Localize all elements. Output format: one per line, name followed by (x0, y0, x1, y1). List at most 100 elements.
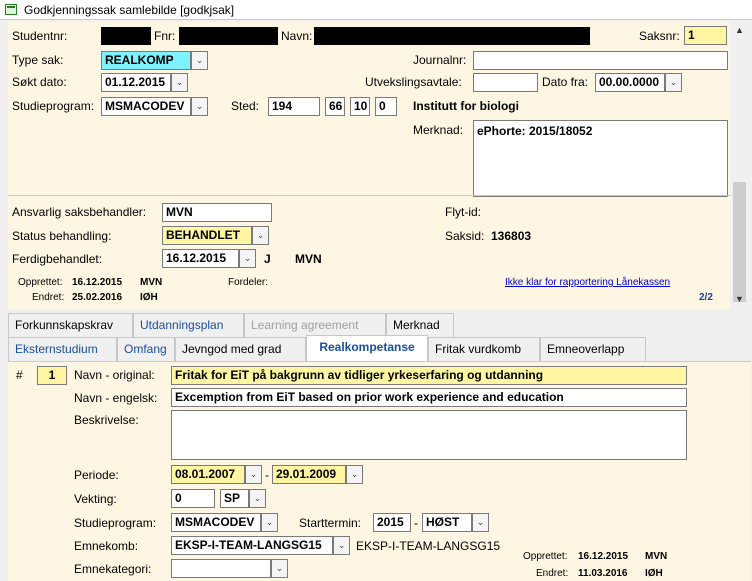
emnekategori-field[interactable] (171, 559, 271, 578)
dato-fra-field[interactable]: 00.00.0000 (595, 73, 665, 92)
realkompetanse-panel: # 1 Navn - original: Fritak for EiT på b… (8, 361, 751, 581)
scroll-thumb[interactable] (733, 182, 746, 302)
type-sak-field[interactable]: REALKOMP (101, 51, 191, 70)
saksnr-field[interactable]: 1 (684, 26, 727, 45)
vekting-field[interactable]: 0 (171, 489, 215, 508)
sokt-dato-field[interactable]: 01.12.2015 (101, 73, 171, 92)
detail-endret-date: 11.03.2016 (578, 568, 628, 579)
sted-field-2[interactable]: 66 (325, 97, 345, 116)
sokt-dato-dropdown-icon[interactable]: ⌄ (171, 73, 188, 92)
navn-field[interactable] (314, 27, 590, 45)
tab-utdanningsplan[interactable]: Utdanningsplan (133, 313, 244, 337)
hash-label: # (16, 368, 23, 382)
divider (8, 195, 730, 196)
ferdig-flag: J (264, 252, 271, 266)
ferdig-label: Ferdigbehandlet: (12, 252, 103, 266)
title-bar: Godkjenningssak samlebilde [godkjsak] (0, 0, 752, 20)
tab-fritak-vurdkomb[interactable]: Fritak vurdkomb (428, 337, 540, 361)
beskrivelse-textarea[interactable] (171, 410, 687, 460)
starttermin-dash: - (414, 516, 418, 530)
opprettet-label: Opprettet: (18, 277, 63, 288)
periode-label: Periode: (74, 468, 119, 482)
tab-omfang[interactable]: Omfang (117, 337, 175, 361)
studentnr-field[interactable] (101, 27, 151, 45)
navn-label: Navn: (281, 29, 313, 43)
starttermin-label: Starttermin: (299, 516, 362, 530)
utvekslingsavtale-field[interactable] (473, 73, 538, 92)
tab-forkunnskapskrav[interactable]: Forkunnskapskrav (8, 313, 133, 337)
starttermin-year-field[interactable]: 2015 (373, 513, 411, 532)
window-title: Godkjenningssak samlebilde [godkjsak] (24, 3, 235, 17)
periode-to-field[interactable]: 29.01.2009 (272, 465, 346, 484)
studieprogram-field[interactable]: MSMACODEV (101, 97, 191, 116)
dato-fra-label: Dato fra: (542, 75, 589, 89)
detail-opprettet-date: 16.12.2015 (578, 551, 629, 562)
ferdig-date-field[interactable]: 16.12.2015 (162, 249, 239, 268)
navn-engelsk-field[interactable]: Excemption from EiT based on prior work … (171, 388, 687, 407)
studentnr-label: Studentnr: (12, 29, 68, 43)
tab-realkompetanse[interactable]: Realkompetanse (306, 335, 428, 361)
utvekslingsavtale-label: Utvekslingsavtale: (365, 75, 462, 89)
periode-dash: - (265, 468, 269, 482)
emnekategori-dropdown-icon[interactable]: ⌄ (271, 559, 288, 578)
studieprogram-dropdown-icon-2[interactable]: ⌄ (261, 513, 278, 532)
scroll-up-icon[interactable]: ▲ (734, 26, 745, 35)
tab-merknad[interactable]: Merknad (386, 313, 454, 337)
sted-field-3[interactable]: 10 (350, 97, 370, 116)
form-scrollbar[interactable]: ▲ ▼ (731, 22, 748, 309)
ferdig-dropdown-icon[interactable]: ⌄ (239, 249, 256, 268)
periode-to-dropdown-icon[interactable]: ⌄ (346, 465, 363, 484)
navn-original-field[interactable]: Fritak for EiT på bakgrunn av tidliger y… (171, 366, 687, 385)
status-label: Status behandling: (12, 229, 112, 243)
scroll-down-icon[interactable]: ▼ (734, 295, 745, 304)
emnekomb-text: EKSP-I-TEAM-LANGSG15 (356, 539, 501, 553)
detail-opprettet-label: Opprettet: (523, 551, 568, 562)
fordeler-label: Fordeler: (228, 277, 269, 288)
fnr-field[interactable] (179, 27, 278, 45)
window-icon (5, 4, 17, 15)
tab-learning-agreement[interactable]: Learning agreement (244, 313, 386, 337)
status-field[interactable]: BEHANDLET (162, 226, 252, 245)
saksid-value: 136803 (491, 229, 532, 243)
tab-eksternstudium[interactable]: Eksternstudium (8, 337, 117, 361)
opprettet-date: 16.12.2015 (72, 277, 123, 288)
saksid-label: Saksid: (445, 229, 485, 243)
detail-endret-label: Endret: (536, 568, 569, 579)
navn-engelsk-label: Navn - engelsk: (74, 391, 158, 405)
saksnr-label: Saksnr: (639, 29, 680, 43)
lanekassen-link[interactable]: Ikke klar for rapportering Lånekassen (505, 277, 670, 288)
vekting-unit-dropdown-icon[interactable]: ⌄ (249, 489, 266, 508)
sted-label: Sted: (231, 99, 260, 113)
dato-fra-dropdown-icon[interactable]: ⌄ (665, 73, 682, 92)
emnekategori-label: Emnekategori: (74, 562, 152, 576)
periode-from-dropdown-icon[interactable]: ⌄ (245, 465, 262, 484)
starttermin-term-field[interactable]: HØST (422, 513, 472, 532)
emnekomb-field[interactable]: EKSP-I-TEAM-LANGSG15 (171, 536, 333, 555)
journalnr-field[interactable] (473, 51, 728, 70)
merknad-label: Merknad: (413, 123, 464, 137)
emnekomb-label: Emnekomb: (74, 539, 139, 553)
journalnr-label: Journalnr: (413, 53, 467, 67)
merknad-textarea[interactable]: ePhorte: 2015/18052 (473, 120, 728, 197)
sted-field-1[interactable]: 194 (268, 97, 320, 116)
periode-from-field[interactable]: 08.01.2007 (171, 465, 245, 484)
endret-label: Endret: (32, 292, 65, 303)
flyt-id-label: Flyt-id: (445, 205, 481, 219)
tab-jevngod-med-grad[interactable]: Jevngod med grad (175, 337, 306, 361)
vekting-unit-field[interactable]: SP (220, 489, 249, 508)
ansvarlig-field[interactable]: MVN (162, 203, 272, 222)
studieprogram-label: Studieprogram: (12, 99, 95, 113)
status-dropdown-icon[interactable]: ⌄ (252, 226, 269, 245)
type-sak-dropdown-icon[interactable]: ⌄ (191, 51, 208, 70)
beskrivelse-label: Beskrivelse: (74, 413, 139, 427)
starttermin-dropdown-icon[interactable]: ⌄ (472, 513, 489, 532)
emnekomb-dropdown-icon[interactable]: ⌄ (333, 536, 350, 555)
tab-emneoverlapp[interactable]: Emneoverlapp (540, 337, 646, 361)
endret-user: IØH (140, 292, 158, 303)
sokt-dato-label: Søkt dato: (12, 75, 67, 89)
number-field[interactable]: 1 (37, 366, 67, 385)
sted-field-4[interactable]: 0 (375, 97, 397, 116)
studieprogram-field-2[interactable]: MSMACODEV (171, 513, 261, 532)
studieprogram-dropdown-icon[interactable]: ⌄ (191, 97, 208, 116)
studieprogram-label-2: Studieprogram: (74, 516, 157, 530)
